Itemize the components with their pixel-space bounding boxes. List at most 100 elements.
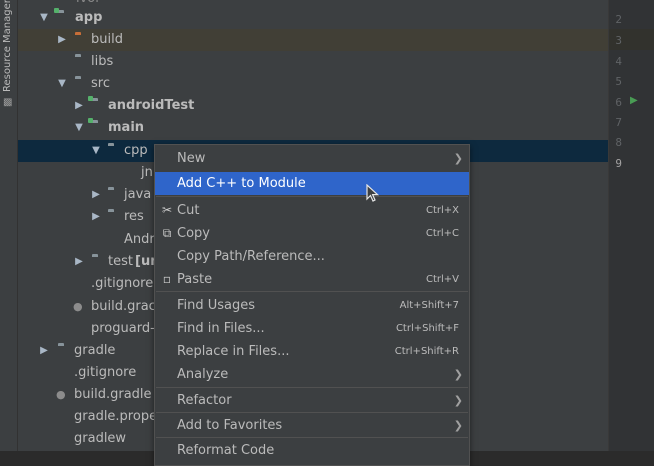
menu-label: New [177, 151, 206, 166]
shortcut-label: Ctrl+X [425, 205, 459, 216]
left-tool-strip: Resource Manager ▩ [0, 0, 18, 451]
copy-icon: ⧉ [162, 226, 172, 240]
tree-label-manifest: Andr [124, 232, 155, 247]
shortcut-label: Ctrl+C [425, 228, 459, 239]
tree-label-androidtest: androidTest [108, 98, 195, 113]
gradle-elephant-icon: ● [73, 300, 83, 313]
chevron-right-icon[interactable]: ▶ [74, 95, 84, 117]
folder-icon [75, 78, 89, 90]
submenu-arrow-icon: ❯ [453, 368, 463, 381]
line-number: 8 [615, 136, 622, 149]
chevron-down-icon[interactable]: ▼ [57, 73, 67, 95]
chevron-right-icon[interactable]: ▶ [57, 29, 67, 51]
tree-label-proguard: proguard- [91, 321, 155, 336]
source-folder-icon [88, 118, 106, 134]
tree-label-gradle-properties: gradle.prope [74, 409, 158, 424]
resource-manager-icon[interactable]: ▩ [3, 98, 13, 108]
editor-gutter: 2 3 4 5 6 7 8 9 ▶ [608, 0, 654, 451]
script-file-icon [58, 433, 72, 445]
line-number: 5 [615, 75, 622, 88]
gradle-elephant-icon: ● [56, 388, 66, 401]
clipboard-icon: ▫ [162, 272, 172, 286]
folder-icon [58, 345, 72, 357]
menu-item-new[interactable]: New ❯ [155, 147, 469, 170]
menu-label: Find in Files... [177, 321, 265, 336]
shortcut-label: Alt+Shift+7 [399, 300, 459, 311]
chevron-right-icon[interactable]: ▶ [74, 251, 84, 273]
chevron-right-icon[interactable]: ▶ [91, 184, 101, 206]
run-gutter-icon[interactable]: ▶ [630, 95, 638, 106]
tree-label-libs: libs [91, 54, 114, 69]
shortcut-label: Ctrl+Shift+F [395, 323, 459, 334]
tree-label-gitignore-root: .gitignore [74, 365, 137, 380]
menu-label: Find Usages [177, 298, 256, 313]
line-number: 2 [615, 13, 622, 26]
tree-label-cpp-file: jn [141, 165, 153, 180]
source-folder-icon [88, 96, 106, 112]
chevron-down-icon[interactable]: ▼ [74, 117, 84, 139]
menu-item-copy[interactable]: ⧉ Copy Ctrl+C [155, 222, 469, 245]
menu-item-cut[interactable]: ✂ Cut Ctrl+X [155, 199, 469, 222]
tree-label-java: java [124, 187, 152, 202]
resource-manager-tab[interactable]: Resource Manager [2, 0, 13, 92]
resource-folder-icon [108, 211, 122, 223]
menu-separator [156, 196, 468, 197]
menu-label: Cut [177, 203, 200, 218]
menu-item-find-usages[interactable]: Find Usages Alt+Shift+7 [155, 294, 469, 317]
line-number: 4 [615, 55, 622, 68]
properties-file-icon [58, 411, 72, 423]
menu-label: Add to Favorites [177, 418, 283, 433]
submenu-arrow-icon: ❯ [453, 419, 463, 432]
module-folder-icon [54, 8, 72, 24]
menu-item-find-in-files[interactable]: Find in Files... Ctrl+Shift+F [155, 317, 469, 340]
folder-icon [75, 56, 89, 68]
chevron-right-icon[interactable]: ▶ [91, 206, 101, 228]
tree-row-libs[interactable]: libs [18, 51, 608, 73]
tree-label-res: res [124, 209, 144, 224]
folder-icon [108, 145, 122, 157]
submenu-arrow-icon: ❯ [453, 394, 463, 407]
line-number: 7 [615, 116, 622, 129]
context-menu: New ❯ Add C++ to Module ✂ Cut Ctrl+X ⧉ C… [154, 144, 470, 466]
tree-label-cpp: cpp [124, 143, 148, 158]
tree-row-src[interactable]: ▼ src [18, 73, 608, 95]
mouse-pointer-icon [366, 184, 380, 202]
menu-item-paste[interactable]: ▫ Paste Ctrl+V [155, 268, 469, 291]
menu-label: Analyze [177, 367, 229, 382]
menu-item-replace-in-files[interactable]: Replace in Files... Ctrl+Shift+R [155, 340, 469, 363]
tree-label-main: main [108, 120, 145, 135]
chevron-down-icon[interactable]: ▼ [39, 7, 49, 29]
menu-label: Add C++ to Module [177, 176, 306, 191]
test-folder-icon [92, 256, 106, 268]
tree-row-build[interactable]: ▶ build [18, 29, 608, 51]
line-number: 9 [615, 157, 622, 170]
tree-label-gradle: gradle [74, 343, 116, 358]
submenu-arrow-icon: ❯ [453, 152, 463, 165]
menu-item-copy-path[interactable]: Copy Path/Reference... [155, 245, 469, 268]
shortcut-label: Ctrl+Shift+R [394, 346, 459, 357]
menu-separator [156, 291, 468, 292]
tree-label-gitignore-app: .gitignore [91, 276, 154, 291]
tree-label-test: test [108, 254, 133, 269]
menu-item-add-cpp-to-module[interactable]: Add C++ to Module [155, 172, 469, 195]
scissors-icon: ✂ [161, 203, 173, 217]
menu-label: Copy Path/Reference... [177, 249, 325, 264]
menu-label: Replace in Files... [177, 344, 290, 359]
menu-item-add-to-favorites[interactable]: Add to Favorites ❯ [155, 414, 469, 437]
gitignore-file-icon [75, 278, 89, 290]
cpp-file-icon [125, 167, 139, 179]
chevron-right-icon[interactable]: ▶ [39, 340, 49, 362]
menu-separator [156, 412, 468, 413]
manifest-file-icon [108, 234, 122, 246]
menu-item-refactor[interactable]: Refactor ❯ [155, 389, 469, 412]
tree-row-app[interactable]: ▼ app [18, 7, 608, 29]
tree-row-androidtest[interactable]: ▶ androidTest [18, 95, 608, 117]
menu-separator [156, 387, 468, 388]
menu-item-analyze[interactable]: Analyze ❯ [155, 363, 469, 386]
line-number: 3 [615, 34, 622, 47]
gitignore-file-icon [58, 367, 72, 379]
tree-label-src: src [91, 76, 110, 91]
shortcut-label: Ctrl+V [425, 274, 459, 285]
chevron-down-icon[interactable]: ▼ [91, 140, 101, 162]
tree-row-main[interactable]: ▼ main [18, 117, 608, 139]
